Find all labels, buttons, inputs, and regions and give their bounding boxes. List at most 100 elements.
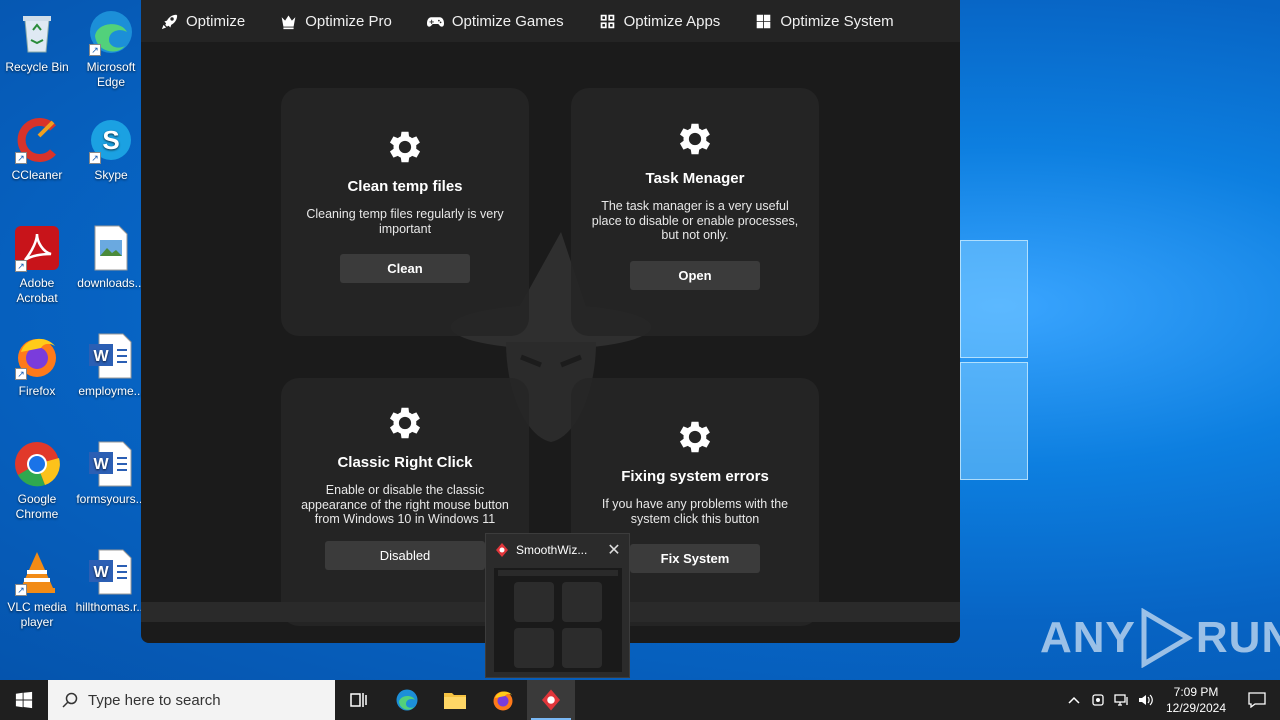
nav-optimize-apps[interactable]: Optimize Apps	[599, 12, 721, 30]
desktop-icon-label: employme...	[78, 384, 144, 398]
word-document-icon: W	[87, 440, 135, 488]
watermark-text-left: ANY	[1040, 613, 1136, 662]
desktop-icon-label: Google Chrome	[15, 492, 59, 521]
card-clean-temp-files: Clean temp files Cleaning temp files reg…	[281, 88, 529, 336]
chrome-icon	[13, 440, 61, 488]
windows-logo-wallpaper	[960, 240, 1030, 480]
word-document-icon: W	[87, 548, 135, 596]
desktop-icon-employment-doc[interactable]: W employme...	[74, 332, 148, 399]
nav-optimize-pro[interactable]: Optimize Pro	[280, 13, 392, 30]
nav-label: Optimize Apps	[623, 12, 721, 30]
anyrun-watermark: ANY RUN	[1040, 608, 1280, 668]
desktop-icon-ccleaner[interactable]: ↗ CCleaner	[0, 116, 74, 183]
edge-icon: ↗	[87, 8, 135, 56]
nav-optimize-system[interactable]: Optimize System	[755, 12, 894, 30]
taskbar-firefox[interactable]	[479, 680, 527, 720]
task-view-icon	[350, 693, 367, 707]
search-placeholder: Type here to search	[88, 691, 221, 709]
gear-icon	[389, 407, 421, 439]
clock-time: 7:09 PM	[1173, 685, 1219, 699]
windows-icon	[757, 14, 771, 28]
crown-icon	[281, 15, 296, 29]
card-title: Fixing system errors	[621, 468, 769, 485]
clean-button[interactable]: Clean	[340, 254, 470, 283]
desktop-icon-label: Recycle Bin	[5, 60, 69, 74]
task-view-button[interactable]	[335, 680, 383, 720]
desktop-icon-adobe-acrobat[interactable]: ↗ Adobe Acrobat	[0, 224, 74, 306]
desktop-icon-downloads[interactable]: downloads...	[74, 224, 148, 291]
svg-text:W: W	[93, 348, 109, 365]
svg-text:W: W	[93, 564, 109, 581]
play-triangle-icon	[1141, 608, 1193, 668]
open-button[interactable]: Open	[630, 260, 760, 290]
edge-icon	[396, 689, 418, 711]
svg-text:W: W	[93, 456, 109, 473]
taskbar: Type here to search 7:09 PM 12/29/2024	[0, 680, 1280, 720]
desktop-icon-vlc[interactable]: ↗ VLC media player	[0, 548, 74, 630]
smoothwizard-app-icon	[496, 543, 508, 557]
desktop-icon-hillthomas-doc[interactable]: W hillthomas.r...	[74, 548, 148, 615]
taskbar-search-box[interactable]: Type here to search	[48, 680, 335, 720]
desktop-icon-label: formsyours...	[76, 492, 146, 506]
taskbar-clock[interactable]: 7:09 PM 12/29/2024	[1158, 684, 1234, 716]
volume-button[interactable]	[1134, 693, 1158, 707]
preview-window-thumbnail	[494, 568, 622, 672]
taskbar-smoothwizard[interactable]	[527, 680, 575, 720]
acrobat-icon: ↗	[13, 224, 61, 272]
system-tray: 7:09 PM 12/29/2024	[1062, 680, 1280, 720]
card-description: The task manager is a very useful place …	[591, 199, 799, 242]
nav-label: Optimize Games	[451, 12, 564, 30]
gear-icon	[389, 131, 421, 163]
svg-text:S: S	[102, 125, 119, 155]
notification-icon	[1248, 692, 1266, 708]
gear-icon	[679, 421, 711, 453]
network-button[interactable]	[1110, 693, 1134, 707]
skype-icon: S ↗	[87, 116, 135, 164]
desktop-icon-label: downloads...	[77, 276, 145, 290]
taskbar-file-explorer[interactable]	[431, 680, 479, 720]
word-document-icon: W	[87, 332, 135, 380]
firefox-icon: ↗	[13, 332, 61, 380]
card-title: Task Menager	[645, 170, 745, 187]
taskbar-thumbnail-preview[interactable]: SmoothWiz... ✕	[485, 533, 630, 678]
card-description: If you have any problems with the system…	[601, 497, 789, 526]
vlc-icon: ↗	[13, 548, 61, 596]
image-file-icon	[87, 224, 135, 272]
desktop-icon-recycle-bin[interactable]: Recycle Bin	[0, 8, 74, 75]
firefox-icon	[493, 691, 513, 711]
desktop-icon-label: Adobe Acrobat	[16, 276, 58, 305]
preview-close-button[interactable]: ✕	[599, 540, 629, 560]
preview-title: SmoothWiz...	[516, 543, 588, 557]
desktop-icon-label: Skype	[94, 168, 128, 182]
desktop-icon-label: Firefox	[18, 384, 56, 398]
apps-grid-icon	[600, 14, 614, 28]
taskbar-edge[interactable]	[383, 680, 431, 720]
desktop-icon-chrome[interactable]: Google Chrome	[0, 440, 74, 522]
classic-right-click-toggle-button[interactable]: Disabled	[325, 540, 485, 570]
speaker-icon	[1139, 694, 1153, 706]
windows-start-icon	[15, 691, 33, 709]
start-button[interactable]	[0, 680, 48, 720]
preview-titlebar: SmoothWiz... ✕	[486, 534, 629, 566]
recycle-bin-icon	[13, 8, 61, 56]
nav-optimize-games[interactable]: Optimize Games	[426, 12, 564, 30]
tray-device-icon-button[interactable]	[1086, 693, 1110, 707]
desktop-icon-formsyours-doc[interactable]: W formsyours...	[74, 440, 148, 507]
fix-system-button[interactable]: Fix System	[630, 544, 760, 573]
show-hidden-icons-button[interactable]	[1062, 696, 1086, 704]
desktop-icon-firefox[interactable]: ↗ Firefox	[0, 332, 74, 399]
chevron-up-icon	[1068, 696, 1080, 704]
notifications-button[interactable]	[1234, 692, 1280, 708]
desktop-icon-label: VLC media player	[7, 600, 67, 629]
desktop-icon-skype[interactable]: S ↗ Skype	[74, 116, 148, 183]
top-navigation: Optimize Optimize Pro Optimize Games Opt…	[141, 0, 960, 42]
card-task-manager: Task Menager The task manager is a very …	[571, 88, 819, 336]
card-description: Enable or disable the classic appearance…	[301, 483, 509, 526]
desktop-icon-edge[interactable]: ↗ Microsoft Edge	[74, 8, 148, 90]
card-description: Cleaning temp files regularly is very im…	[306, 207, 504, 236]
network-icon	[1114, 694, 1128, 706]
smoothwizard-app-icon	[542, 689, 560, 711]
desktop-icon-label: hillthomas.r...	[75, 600, 147, 614]
nav-label: Optimize System	[780, 12, 894, 30]
nav-optimize[interactable]: Optimize	[161, 13, 245, 30]
